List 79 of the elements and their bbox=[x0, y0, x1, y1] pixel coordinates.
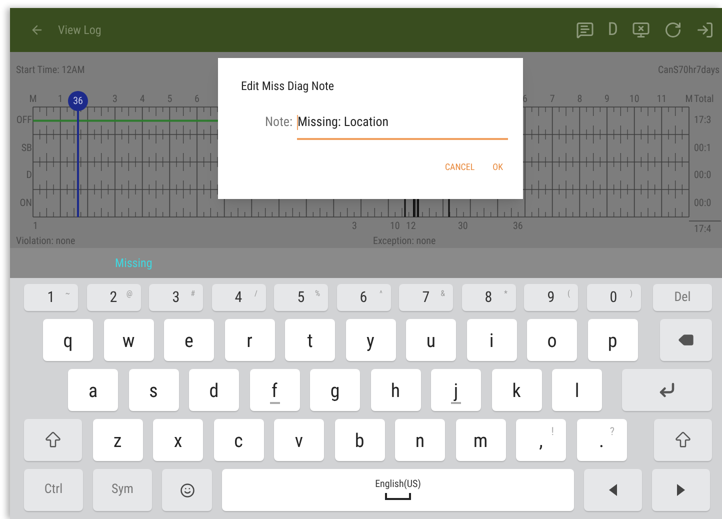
letter-key[interactable]: a bbox=[68, 369, 118, 411]
letter-key[interactable]: u bbox=[406, 319, 456, 361]
function-key[interactable]: Del bbox=[653, 284, 712, 311]
enter-icon bbox=[658, 381, 676, 399]
letter-key[interactable]: i bbox=[466, 319, 516, 361]
left-triangle-icon bbox=[609, 484, 617, 496]
right-arrow-key[interactable] bbox=[652, 469, 710, 511]
number-key[interactable]: 2 @ bbox=[86, 284, 140, 311]
letter-key[interactable]: t bbox=[285, 319, 335, 361]
number-key[interactable]: 5 % bbox=[274, 284, 328, 311]
letter-key[interactable]: c bbox=[214, 419, 264, 461]
number-key[interactable]: 8 * bbox=[462, 284, 516, 311]
key-alt: % bbox=[314, 289, 320, 299]
key-alt: @ bbox=[126, 289, 132, 299]
letter-key[interactable]: r bbox=[224, 319, 274, 361]
letter-key[interactable]: j bbox=[431, 369, 481, 411]
letter-key[interactable]: q bbox=[43, 319, 93, 361]
shift-key[interactable] bbox=[654, 419, 712, 461]
space-key[interactable]: English(US) bbox=[222, 469, 574, 511]
letter-key[interactable]: b bbox=[334, 419, 384, 461]
key-alt: # bbox=[190, 289, 195, 299]
letter-key[interactable]: k bbox=[492, 369, 542, 411]
backspace-icon bbox=[678, 332, 694, 348]
app-title: View Log bbox=[58, 22, 102, 39]
number-key[interactable]: 9 ( bbox=[524, 284, 578, 311]
letter-key[interactable]: p bbox=[588, 319, 638, 361]
function-key[interactable]: Sym bbox=[93, 469, 152, 511]
letter-key[interactable]: v bbox=[274, 419, 324, 461]
key-alt: ^ bbox=[380, 289, 382, 299]
space-icon bbox=[385, 493, 411, 500]
right-triangle-icon bbox=[677, 484, 685, 496]
letter-key[interactable]: f bbox=[250, 369, 300, 411]
message-icon[interactable] bbox=[576, 21, 594, 39]
letter-key[interactable]: w bbox=[104, 319, 154, 361]
monitor-icon[interactable] bbox=[632, 21, 650, 39]
number-key[interactable]: 0 ) bbox=[586, 284, 640, 311]
note-value: Missing: Location bbox=[298, 114, 389, 132]
emoji-icon bbox=[180, 482, 194, 498]
number-key[interactable]: 4 / bbox=[212, 284, 266, 311]
dialog-title: Edit Miss Diag Note bbox=[241, 78, 336, 95]
letter-key[interactable]: e bbox=[164, 319, 214, 361]
logout-icon[interactable] bbox=[696, 21, 714, 39]
key-alt: ? bbox=[610, 425, 614, 438]
note-label: Note: bbox=[265, 114, 293, 132]
key-alt: / bbox=[254, 289, 258, 299]
letter-key[interactable]: m bbox=[456, 419, 506, 461]
backspace-key[interactable] bbox=[660, 319, 712, 361]
text-cursor bbox=[296, 115, 298, 130]
key-alt: ~ bbox=[65, 289, 70, 299]
refresh-icon[interactable] bbox=[664, 21, 682, 39]
number-key[interactable]: 3 # bbox=[149, 284, 203, 311]
shift-icon bbox=[673, 430, 693, 450]
letter-key[interactable]: n bbox=[395, 419, 445, 461]
key-alt: * bbox=[504, 289, 508, 299]
letter-key[interactable]: s bbox=[128, 369, 178, 411]
key-alt: ( bbox=[567, 289, 570, 299]
number-key[interactable]: 1 ~ bbox=[24, 284, 78, 311]
letter-key[interactable]: d bbox=[189, 369, 239, 411]
key-alt: & bbox=[440, 289, 445, 299]
letter-key[interactable]: h bbox=[370, 369, 420, 411]
function-key[interactable]: Ctrl bbox=[24, 469, 83, 511]
letter-key[interactable]: z bbox=[92, 419, 142, 461]
number-key[interactable]: 7 & bbox=[399, 284, 453, 311]
letter-key[interactable]: g bbox=[310, 369, 360, 411]
event-marker: 36 bbox=[68, 91, 88, 111]
letter-key[interactable]: , ! bbox=[516, 419, 566, 461]
letter-key[interactable]: . ? bbox=[576, 419, 626, 461]
key-alt: ) bbox=[630, 289, 632, 299]
note-field[interactable]: Missing: Location bbox=[296, 113, 508, 140]
key-alt: ! bbox=[551, 425, 554, 438]
shift-icon bbox=[43, 430, 63, 450]
shift-key[interactable] bbox=[24, 419, 82, 461]
letter-key[interactable]: o bbox=[527, 319, 577, 361]
letter-key[interactable]: l bbox=[552, 369, 602, 411]
number-key[interactable]: 6 ^ bbox=[336, 284, 390, 311]
letter-key[interactable]: y bbox=[346, 319, 396, 361]
letter-key[interactable]: x bbox=[153, 419, 203, 461]
emoji-key[interactable] bbox=[162, 469, 212, 511]
left-arrow-key[interactable] bbox=[584, 469, 642, 511]
